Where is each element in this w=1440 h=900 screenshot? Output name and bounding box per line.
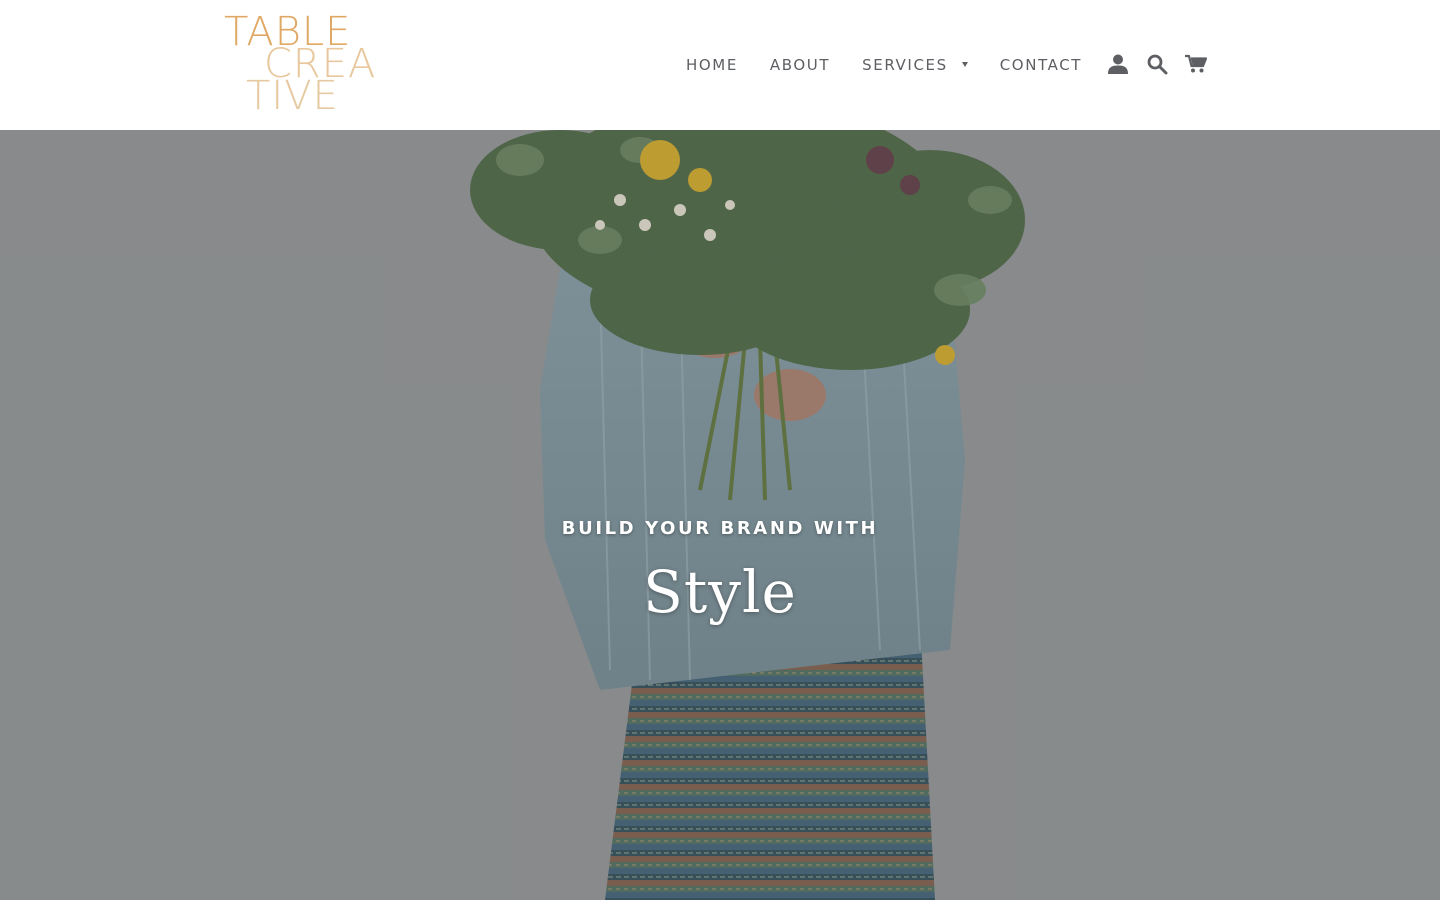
hero-overlay — [0, 130, 1440, 900]
cart-icon — [1185, 54, 1207, 74]
logo-text-line-3: TIVE — [246, 73, 339, 119]
caret-down-icon — [961, 61, 968, 67]
site-logo[interactable]: TABLE CREA TIVE — [222, 10, 402, 120]
nav-home-link[interactable]: HOME — [670, 45, 754, 85]
search-button[interactable] — [1143, 50, 1171, 78]
nav-services-dropdown[interactable]: SERVICES — [846, 45, 984, 85]
site-header: TABLE CREA TIVE HOME ABOUT SERVICES CONT… — [0, 0, 1440, 130]
nav-services-label: SERVICES — [862, 56, 948, 74]
account-icon — [1107, 53, 1129, 75]
search-icon — [1147, 54, 1168, 75]
account-button[interactable] — [1104, 50, 1132, 78]
hero-title: Style — [643, 558, 797, 626]
nav-about-link[interactable]: ABOUT — [754, 45, 846, 85]
hero-banner: BUILD YOUR BRAND WITH Style — [0, 130, 1440, 900]
main-nav: HOME ABOUT SERVICES CONTACT — [670, 0, 1098, 130]
cart-button[interactable] — [1182, 50, 1210, 78]
nav-contact-link[interactable]: CONTACT — [984, 45, 1098, 85]
hero-subtitle: BUILD YOUR BRAND WITH — [561, 518, 879, 539]
